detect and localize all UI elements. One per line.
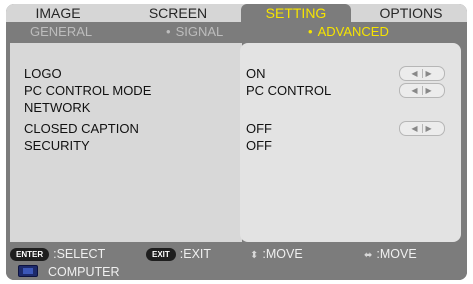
subtab-signal-label: SIGNAL <box>175 24 224 39</box>
bullet-icon: • <box>166 24 171 39</box>
up-down-arrows-icon: ⬍ <box>250 250 259 261</box>
hint-move-horizontal: ⬌:MOVE <box>364 246 417 262</box>
right-arrow-icon: ▶ <box>425 69 433 78</box>
subtab-signal[interactable]: • SIGNAL <box>166 24 223 40</box>
subtab-bar: GENERAL • SIGNAL • ADVANCED <box>6 22 467 42</box>
osd-menu: IMAGE SCREEN SETTING OPTIONS GENERAL • SI… <box>6 4 467 280</box>
hint-move-vertical-label: :MOVE <box>262 247 303 261</box>
hint-select-label: :SELECT <box>53 247 106 261</box>
logo-adjust-arrows[interactable]: ◀ ▶ <box>399 66 445 81</box>
setting-security-label[interactable]: SECURITY <box>24 138 90 153</box>
tab-setting[interactable]: SETTING <box>241 4 351 22</box>
setting-pc-control-mode-label[interactable]: PC CONTROL MODE <box>24 83 151 98</box>
setting-closed-caption-value: OFF <box>246 121 272 136</box>
enter-key-icon: ENTER <box>10 248 50 261</box>
setting-logo-value: ON <box>246 66 266 81</box>
closed-caption-adjust-arrows[interactable]: ◀ ▶ <box>399 121 445 136</box>
hint-move-vertical: ⬍:MOVE <box>250 246 303 262</box>
tab-screen[interactable]: SCREEN <box>138 4 218 22</box>
input-source-label: COMPUTER <box>48 265 120 279</box>
tab-options[interactable]: OPTIONS <box>366 4 456 22</box>
left-arrow-icon: ◀ <box>411 86 419 95</box>
setting-pc-control-mode-value: PC CONTROL <box>246 83 332 98</box>
setting-security-value: OFF <box>246 138 272 153</box>
left-right-arrows-icon: ⬌ <box>364 250 373 261</box>
setting-logo-label[interactable]: LOGO <box>24 66 62 81</box>
monitor-icon <box>18 265 38 277</box>
right-arrow-icon: ▶ <box>425 124 433 133</box>
left-arrow-icon: ◀ <box>411 69 419 78</box>
pc-control-mode-adjust-arrows[interactable]: ◀ ▶ <box>399 83 445 98</box>
hint-move-horizontal-label: :MOVE <box>376 247 417 261</box>
setting-closed-caption-label[interactable]: CLOSED CAPTION <box>24 121 139 136</box>
hint-exit-label: :EXIT <box>179 247 212 261</box>
subtab-general[interactable]: GENERAL <box>30 24 92 40</box>
tab-image[interactable]: IMAGE <box>18 4 98 22</box>
bullet-icon: • <box>308 24 313 39</box>
subtab-advanced-label: ADVANCED <box>317 24 389 39</box>
exit-key-icon: EXIT <box>146 248 176 261</box>
setting-network-label[interactable]: NETWORK <box>24 100 90 115</box>
tab-bar: IMAGE SCREEN SETTING OPTIONS <box>6 4 467 22</box>
hint-exit: EXIT:EXIT <box>146 246 211 262</box>
hint-select: ENTER:SELECT <box>10 246 105 262</box>
footer-bar: ENTER:SELECT EXIT:EXIT ⬍:MOVE ⬌:MOVE COM… <box>6 244 467 280</box>
left-arrow-icon: ◀ <box>411 124 419 133</box>
right-arrow-icon: ▶ <box>425 86 433 95</box>
input-source: COMPUTER <box>18 264 120 280</box>
subtab-advanced[interactable]: • ADVANCED <box>308 24 389 40</box>
